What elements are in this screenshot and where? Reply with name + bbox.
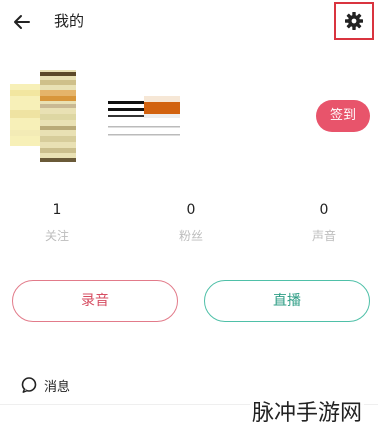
username-art — [108, 96, 180, 136]
gear-icon — [345, 12, 363, 30]
stat-following[interactable]: 1 关注 — [27, 200, 87, 244]
top-bar: 我的 — [0, 0, 378, 44]
chat-bubble-icon — [21, 377, 37, 393]
back-button[interactable] — [8, 8, 36, 36]
fans-count: 0 — [186, 202, 196, 218]
profile-screen: 我的 签到 1 关注 0 粉丝 0 声音 录音 直播 消息 脉冲手游网 — [0, 0, 378, 433]
record-button[interactable]: 录音 — [12, 280, 178, 322]
following-count: 1 — [52, 202, 62, 218]
live-button[interactable]: 直播 — [204, 280, 370, 322]
page-title: 我的 — [54, 12, 85, 30]
settings-button[interactable] — [334, 2, 374, 40]
messages-item[interactable]: 消息 — [20, 372, 70, 398]
watermark: 脉冲手游网 — [250, 400, 365, 428]
following-label: 关注 — [44, 229, 69, 243]
arrow-left-icon — [14, 15, 30, 29]
checkin-button[interactable]: 签到 — [316, 100, 370, 132]
sounds-count: 0 — [319, 202, 329, 218]
fans-label: 粉丝 — [178, 229, 203, 243]
stat-fans[interactable]: 0 粉丝 — [161, 200, 221, 244]
stat-sounds[interactable]: 0 声音 — [294, 200, 354, 244]
sounds-label: 声音 — [311, 229, 336, 243]
messages-label: 消息 — [44, 379, 71, 395]
avatar[interactable] — [10, 70, 78, 162]
